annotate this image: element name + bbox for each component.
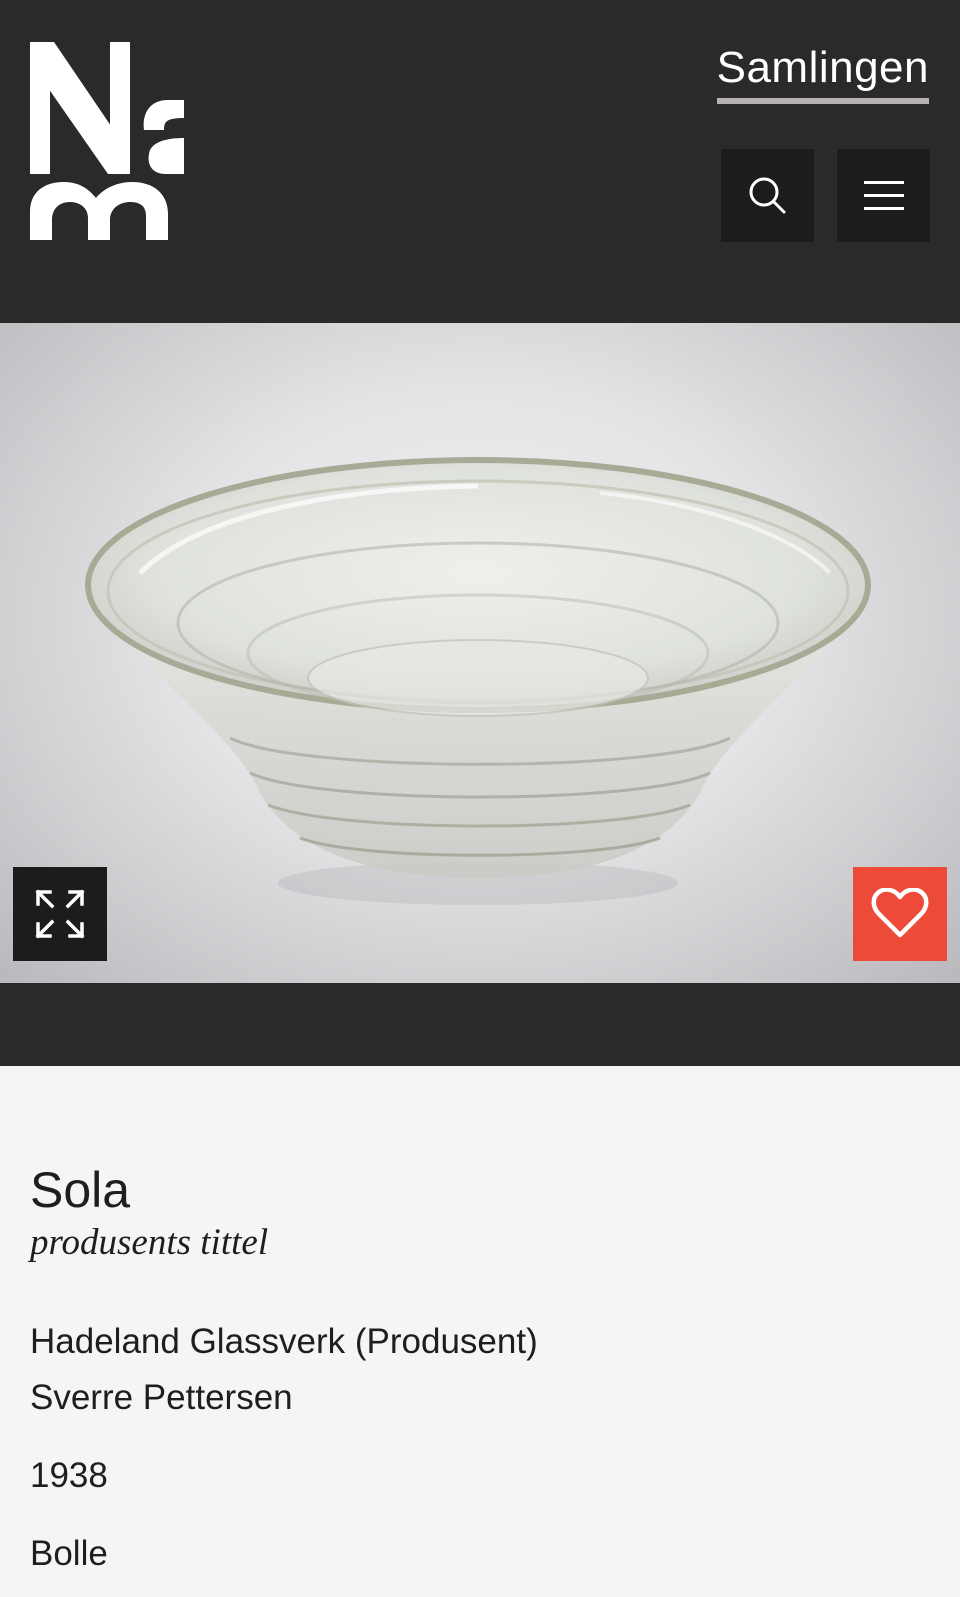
artwork-object-type[interactable]: Bolle (30, 1526, 930, 1582)
glass-bowl-image (85, 457, 871, 905)
menu-button[interactable] (837, 149, 930, 242)
search-icon (749, 177, 785, 213)
maker-item[interactable]: Sverre Pettersen (30, 1370, 930, 1426)
favorite-button[interactable] (853, 867, 947, 961)
expand-icon (35, 889, 85, 939)
artwork-details: Sola produsents tittel Hadeland Glassver… (30, 1160, 930, 1582)
collection-link[interactable]: Samlingen (716, 40, 929, 104)
artwork-date: 1938 (30, 1456, 108, 1495)
expand-image-button[interactable] (13, 867, 107, 961)
hamburger-menu-icon (863, 180, 904, 210)
museum-logo[interactable] (30, 42, 190, 242)
search-button[interactable] (721, 149, 814, 242)
site-header: Samlingen (0, 0, 960, 323)
artwork-title-note: produsents tittel (30, 1222, 269, 1263)
artwork-image[interactable] (0, 323, 960, 983)
heart-icon (871, 888, 929, 938)
maker-item[interactable]: Hadeland Glassverk (Produsent) (30, 1314, 930, 1370)
artwork-title: Sola (30, 1162, 131, 1218)
hero-bottom-strip (0, 983, 960, 1066)
museum-logo-mark (30, 42, 184, 240)
artwork-makers: Hadeland Glassverk (Produsent) Sverre Pe… (30, 1314, 930, 1426)
